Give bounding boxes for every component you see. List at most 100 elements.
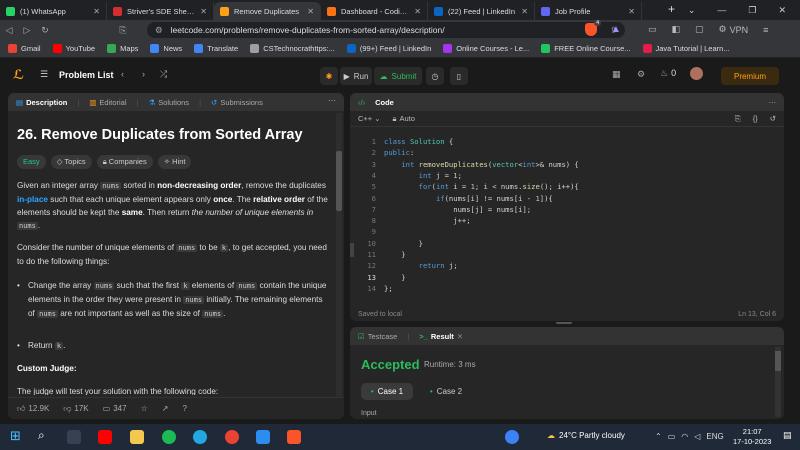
close-tab-icon[interactable]: ✕ bbox=[93, 7, 100, 16]
search-icon[interactable]: ⌕ bbox=[38, 428, 52, 442]
premium-button[interactable]: Premium bbox=[721, 67, 779, 85]
url-input[interactable]: ⚙ leetcode.com/problems/remove-duplicate… bbox=[147, 22, 625, 38]
youtube-app-icon[interactable] bbox=[98, 430, 112, 444]
bookmark-item[interactable]: YouTube bbox=[52, 44, 95, 53]
avatar[interactable] bbox=[690, 67, 703, 80]
timer-button[interactable]: ◷ bbox=[426, 67, 444, 85]
case-1-button[interactable]: • Case 1 bbox=[361, 383, 413, 400]
bookmark-item[interactable]: FREE Online Course... bbox=[541, 44, 631, 53]
leetcode-logo-icon[interactable]: ℒ bbox=[13, 67, 24, 83]
tab-description[interactable]: ▤ Description bbox=[16, 98, 67, 107]
weather-widget[interactable]: ☁ 24°C Partly cloudy bbox=[547, 431, 625, 440]
file-explorer-icon[interactable] bbox=[130, 430, 144, 444]
site-info-icon[interactable]: ⚙ bbox=[155, 25, 163, 36]
browser-tab[interactable]: (22) Feed | LinkedIn ✕ bbox=[428, 2, 535, 20]
chip-topics[interactable]: ◇ Topics bbox=[50, 155, 92, 169]
battery-icon[interactable]: ▭ bbox=[668, 432, 676, 441]
bookmark-item[interactable]: (99+) Feed | LinkedIn bbox=[346, 44, 431, 53]
description-scrollbar[interactable] bbox=[336, 113, 342, 403]
close-tab-icon[interactable]: ✕ bbox=[200, 7, 207, 16]
tab-solutions[interactable]: ⚗ Solutions bbox=[148, 98, 189, 107]
vscode-icon[interactable] bbox=[256, 430, 270, 444]
bookmark-item[interactable]: Gmail bbox=[8, 44, 41, 53]
bookmark-item[interactable]: Maps bbox=[107, 44, 138, 53]
submit-button[interactable]: ☁ Submit bbox=[374, 67, 422, 85]
reset-code-icon[interactable]: ↺ bbox=[770, 114, 776, 123]
format-code-icon[interactable]: {} bbox=[753, 114, 758, 123]
minimize-icon[interactable]: — bbox=[717, 5, 726, 15]
wallet-icon[interactable]: ▢ bbox=[695, 24, 704, 35]
language-indicator[interactable]: ENG bbox=[706, 432, 723, 441]
bookmark-item[interactable]: CSTechnocrathttps:... bbox=[250, 44, 335, 53]
share-icon[interactable]: ↗ bbox=[162, 404, 169, 413]
volume-icon[interactable]: ◁ bbox=[694, 432, 700, 441]
code-tab[interactable]: Code bbox=[375, 98, 394, 107]
forward-icon[interactable]: ▷ bbox=[18, 25, 36, 36]
auto-toggle[interactable]: 🔒︎ Auto bbox=[392, 114, 414, 124]
windows-start-icon[interactable]: ⊞ bbox=[10, 428, 24, 443]
menu-icon[interactable]: ≡ bbox=[763, 25, 768, 35]
next-problem-icon[interactable]: › bbox=[142, 69, 145, 79]
star-icon[interactable]: ☆ bbox=[141, 404, 148, 413]
dislike-button[interactable]: 👎︎ 17K bbox=[63, 404, 88, 414]
bookmark-item[interactable]: Translate bbox=[194, 44, 238, 53]
like-button[interactable]: 👍︎ 12.9K bbox=[17, 404, 49, 414]
notifications-icon[interactable]: ▤ bbox=[783, 430, 792, 441]
restore-icon[interactable]: ❐ bbox=[748, 5, 756, 16]
brave-shield-icon[interactable]: 4 bbox=[585, 20, 601, 36]
brave-taskbar-icon[interactable] bbox=[287, 430, 301, 444]
close-tab-icon[interactable]: ✕ bbox=[628, 7, 635, 16]
tab-submissions[interactable]: ↺ Submissions bbox=[211, 98, 263, 107]
tab-editorial[interactable]: ▥ Editorial bbox=[89, 98, 126, 107]
reload-icon[interactable]: ↻ bbox=[36, 25, 54, 36]
bookmark-item[interactable]: Java Tutorial | Learn... bbox=[642, 44, 730, 53]
layout-icon[interactable]: ▦ bbox=[612, 69, 621, 80]
panel-more-icon[interactable]: ⋯ bbox=[328, 96, 336, 105]
new-tab-button[interactable]: + bbox=[668, 2, 675, 16]
tab-search-icon[interactable]: ⌄ bbox=[688, 5, 696, 16]
case-2-button[interactable]: • Case 2 bbox=[420, 383, 472, 400]
tray-expand-icon[interactable]: ⌃ bbox=[655, 432, 662, 441]
browser-tab[interactable]: Dashboard - Coding Nin ✕ bbox=[321, 2, 428, 20]
chip-hint[interactable]: ✧ Hint bbox=[157, 155, 192, 169]
result-scrollbar[interactable] bbox=[775, 347, 781, 417]
testcase-tab[interactable]: ☑ Testcase bbox=[358, 332, 397, 341]
help-app-icon[interactable] bbox=[505, 430, 519, 444]
comments-button[interactable]: ▭ 347 bbox=[103, 404, 127, 413]
brave-rewards-icon[interactable]: ▲ bbox=[611, 24, 621, 35]
settings-icon[interactable]: ⚙ bbox=[637, 69, 645, 80]
code-panel-more-icon[interactable]: ⋯ bbox=[769, 98, 777, 107]
shuffle-icon[interactable]: ⤮ bbox=[160, 69, 167, 80]
sidebar-icon[interactable]: ▭ bbox=[648, 24, 657, 35]
chrome-icon[interactable] bbox=[225, 430, 239, 444]
result-tab[interactable]: >_ Result ✕ bbox=[419, 332, 463, 341]
vpn-button[interactable]: ⚙ VPN bbox=[719, 24, 749, 35]
close-icon[interactable]: ✕ bbox=[778, 5, 786, 16]
result-scrollbar-thumb[interactable] bbox=[775, 351, 781, 371]
scrollbar-thumb[interactable] bbox=[336, 151, 342, 211]
close-tab-icon[interactable]: ✕ bbox=[307, 7, 314, 16]
problem-list-link[interactable]: Problem List bbox=[59, 70, 114, 80]
close-tab-icon[interactable]: ✕ bbox=[457, 332, 463, 341]
browser-tab[interactable]: Striver's SDE Sheet – Top ✕ bbox=[107, 2, 214, 20]
bookmark-item[interactable]: News bbox=[150, 44, 182, 53]
close-tab-icon[interactable]: ✕ bbox=[414, 7, 421, 16]
spotify-icon[interactable] bbox=[162, 430, 176, 444]
panel-resize-handle[interactable] bbox=[556, 322, 572, 324]
browser-tab[interactable]: (1) WhatsApp ✕ bbox=[0, 2, 107, 20]
wifi-icon[interactable]: ◠ bbox=[681, 432, 688, 441]
list-icon[interactable]: ☰ bbox=[40, 69, 48, 80]
run-button[interactable]: ▶ Run bbox=[340, 67, 372, 85]
close-tab-icon[interactable]: ✕ bbox=[521, 7, 528, 16]
browser-tab[interactable]: Job Profile ✕ bbox=[535, 2, 642, 20]
language-select[interactable]: C++ ⌄ bbox=[358, 114, 380, 123]
bookmark-icon[interactable]: ⎘ bbox=[114, 25, 132, 36]
help-icon[interactable]: ? bbox=[182, 404, 186, 413]
prev-problem-icon[interactable]: ‹ bbox=[121, 69, 124, 79]
bookmark-code-icon[interactable]: ⎘ bbox=[735, 114, 741, 124]
browser-tab[interactable]: Remove Duplicates ✕ bbox=[214, 2, 321, 20]
split-view-icon[interactable]: ◧ bbox=[672, 24, 681, 35]
clock[interactable]: 21:07 17-10-2023 bbox=[733, 427, 771, 447]
notes-button[interactable]: ▯ bbox=[450, 67, 468, 85]
chip-companies[interactable]: 🔒︎ Companies bbox=[96, 155, 153, 169]
